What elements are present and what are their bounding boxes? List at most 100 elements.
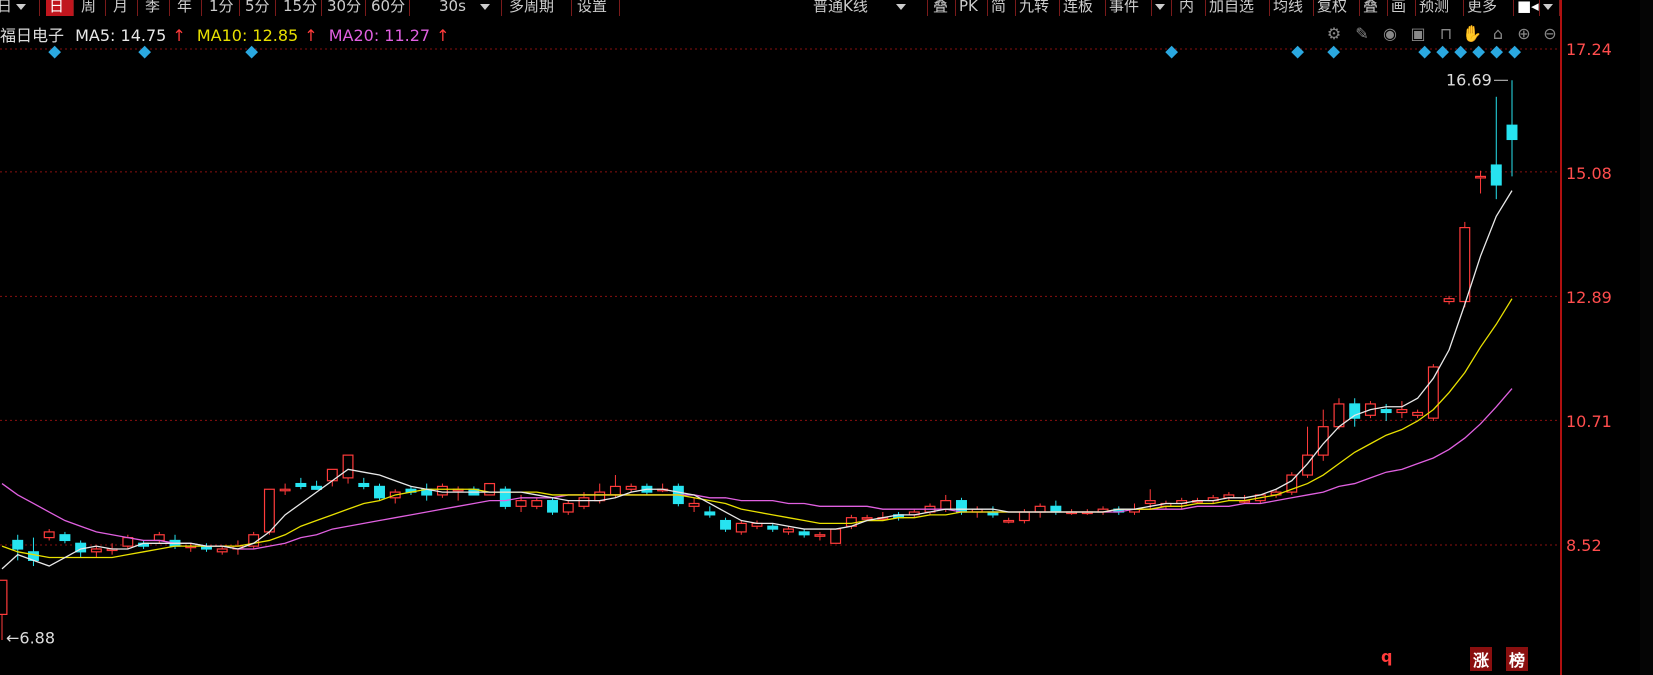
- panel-menu-dropdown[interactable]: [1540, 0, 1560, 16]
- lock-closed-icon[interactable]: ⌂: [1488, 24, 1508, 44]
- events-button[interactable]: 事件: [1106, 0, 1152, 16]
- tab-period-week[interactable]: 周: [78, 0, 106, 16]
- zoom-in-icon[interactable]: ⊕: [1514, 24, 1534, 44]
- tab-period-30min[interactable]: 30分: [324, 0, 366, 16]
- stack-button[interactable]: 叠: [1360, 0, 1388, 16]
- candle-body-3: [43, 531, 55, 539]
- ma10-up-arrow: ↑: [304, 26, 318, 45]
- adjust-price-button[interactable]: 复权: [1314, 0, 1360, 16]
- candle-body-52: [814, 534, 826, 537]
- nine-turn-button[interactable]: 九转: [1016, 0, 1060, 16]
- candle-body-90: [1412, 411, 1424, 416]
- candle-body-51: [798, 531, 810, 536]
- price-label-2: 15.08: [1566, 164, 1612, 183]
- candle-body-31: [484, 482, 496, 496]
- high-price-annotation: 16.69: [1446, 70, 1492, 89]
- candle-body-89: [1396, 409, 1408, 414]
- candle-body-18: [279, 488, 291, 492]
- candle-body-65: [1018, 511, 1030, 522]
- overlay-button[interactable]: 叠: [930, 0, 956, 16]
- kline-type-dropdown[interactable]: 普通K线: [796, 0, 928, 16]
- candle-body-83: [1302, 454, 1313, 476]
- candle-body-73: [1144, 500, 1156, 505]
- add-watchlist-button[interactable]: 加自选: [1206, 0, 1270, 16]
- event-marker-6: [1327, 45, 1341, 59]
- event-marker-12: [1508, 45, 1522, 59]
- multi-period-button[interactable]: 多周期: [506, 0, 572, 16]
- candle-body-0: [0, 579, 8, 615]
- ma10-value: MA10: 12.85: [196, 26, 299, 45]
- period-seconds-label: 30s: [439, 0, 466, 15]
- price-label-5: 8.52: [1566, 536, 1602, 555]
- tab-period-quarter[interactable]: 季: [142, 0, 170, 16]
- eye-icon[interactable]: ◉: [1380, 24, 1400, 44]
- candle-body-24: [374, 485, 385, 499]
- internal-button[interactable]: 内: [1176, 0, 1206, 16]
- pencil-icon[interactable]: ✎: [1352, 24, 1372, 44]
- more-button[interactable]: 更多: [1464, 0, 1514, 16]
- right-side-panel-edge: [1640, 0, 1653, 675]
- candle-body-93: [1459, 227, 1471, 303]
- chevron-down-icon: [1543, 3, 1553, 10]
- candle-body-33: [515, 500, 527, 507]
- event-marker-7: [1418, 45, 1432, 59]
- lock-icon[interactable]: ⊓: [1436, 24, 1456, 44]
- kline-type-label: 普通K线: [813, 0, 868, 15]
- toolbox-icon[interactable]: ▣: [1408, 24, 1428, 44]
- event-marker-2: [138, 45, 152, 59]
- event-marker-10: [1472, 45, 1486, 59]
- collapse-panel-button[interactable]: ■◂: [1514, 0, 1540, 16]
- candle-body-8: [122, 537, 134, 547]
- tab-period-5min[interactable]: 5分: [242, 0, 276, 16]
- candle-body-17: [263, 488, 275, 533]
- gear-icon[interactable]: ⚙: [1324, 24, 1344, 44]
- moving-average-button[interactable]: 均线: [1270, 0, 1314, 16]
- hand-icon[interactable]: ✋: [1462, 24, 1482, 44]
- candle-body-85: [1333, 403, 1345, 428]
- candle-body-14: [216, 548, 228, 553]
- candlestick-chart[interactable]: 16.69 ←6.88: [0, 44, 1560, 675]
- candle-body-38: [594, 491, 606, 502]
- ma10-line: [1, 298, 1513, 559]
- q-badge[interactable]: q: [1381, 647, 1392, 666]
- candle-body-50: [782, 528, 794, 533]
- limit-up-streak-button[interactable]: 连板: [1060, 0, 1106, 16]
- tab-period-day[interactable]: 日: [46, 0, 74, 16]
- period-dropdown[interactable]: 日: [0, 0, 40, 16]
- event-marker-11: [1490, 45, 1504, 59]
- tab-period-month[interactable]: 月: [110, 0, 138, 16]
- candle-body-36: [562, 502, 574, 513]
- zoom-out-icon[interactable]: ⊖: [1540, 24, 1560, 44]
- candle-body-44: [688, 502, 700, 507]
- price-label-1: 17.24: [1566, 40, 1612, 59]
- tab-period-year[interactable]: 年: [174, 0, 202, 16]
- limit-up-badge[interactable]: 涨: [1470, 647, 1492, 671]
- events-dropdown[interactable]: [1152, 0, 1172, 16]
- candle-body-49: [767, 525, 779, 530]
- draw-button[interactable]: 画: [1388, 0, 1416, 16]
- candle-body-91: [1427, 366, 1439, 419]
- ranking-badge[interactable]: 榜: [1506, 647, 1528, 671]
- forecast-button[interactable]: 预测: [1416, 0, 1464, 16]
- candle-body-23: [358, 482, 370, 488]
- candle-body-47: [735, 522, 747, 533]
- ma5-up-arrow: ↑: [172, 26, 186, 45]
- simple-button[interactable]: 简: [988, 0, 1016, 16]
- candle-body-60: [940, 500, 952, 510]
- candle-body-96: [1506, 124, 1518, 141]
- candle-body-22: [342, 454, 354, 479]
- settings-button[interactable]: 设置: [574, 0, 620, 16]
- tab-period-1min[interactable]: 1分: [206, 0, 240, 16]
- tab-period-60min[interactable]: 60分: [368, 0, 410, 16]
- event-marker-8: [1436, 45, 1450, 59]
- candle-body-34: [531, 500, 543, 507]
- candle-body-46: [720, 519, 732, 530]
- candle-body-45: [704, 511, 716, 516]
- event-marker-5: [1291, 45, 1305, 59]
- candle-body-40: [625, 485, 637, 490]
- candle-body-39: [609, 485, 621, 496]
- pk-button[interactable]: PK: [956, 0, 988, 16]
- ma-legend: 福日电子 MA5: 14.75 ↑ MA10: 12.85 ↑ MA20: 11.2…: [0, 22, 456, 45]
- period-seconds-dropdown[interactable]: 30s: [436, 0, 502, 16]
- tab-period-15min[interactable]: 15分: [280, 0, 322, 16]
